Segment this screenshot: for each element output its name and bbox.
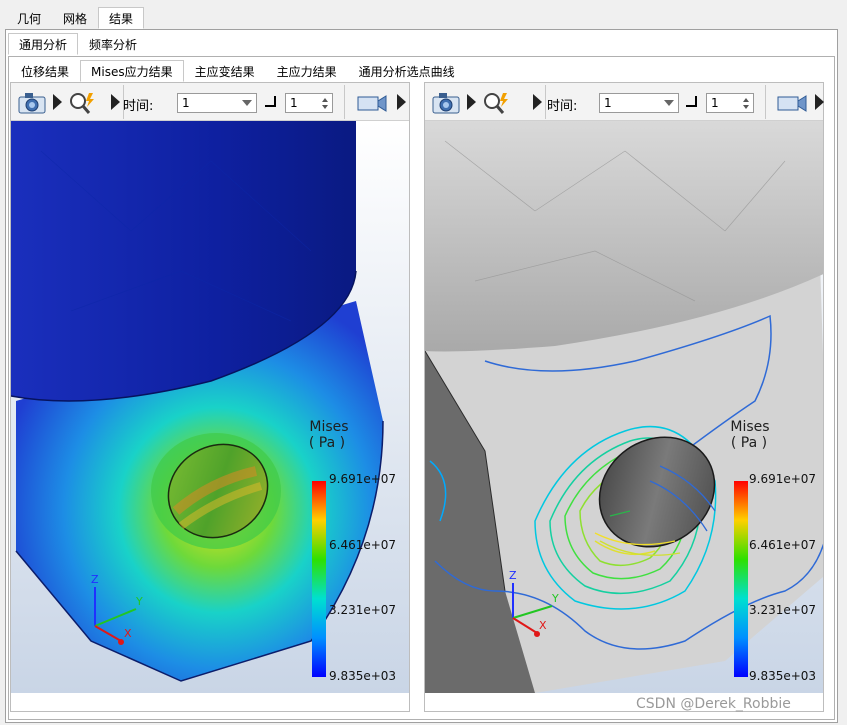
tab-displacement-results[interactable]: 位移结果	[10, 60, 80, 82]
legend-min: 9.835e+03	[329, 669, 397, 683]
toolbar-grip-icon	[815, 94, 824, 110]
viewport-toolbar: 时间: 1 1	[425, 83, 824, 121]
tab-frequency-analysis[interactable]: 频率分析	[78, 33, 148, 55]
toolbar-separator	[545, 85, 546, 119]
axis-y-label: Y	[135, 595, 143, 608]
step-spinbox[interactable]: 1	[706, 93, 754, 113]
spin-down-icon[interactable]	[743, 105, 749, 109]
time-label: 时间:	[547, 99, 578, 114]
legend-unit: ( Pa )	[730, 435, 768, 451]
camera-icon[interactable]	[431, 91, 461, 115]
legend-colorbar	[312, 481, 326, 677]
video-camera-icon[interactable]	[356, 93, 388, 113]
legend-value-2: 6.461e+07	[329, 538, 397, 552]
toolbar-grip-icon	[467, 94, 476, 110]
legend-colorbar	[734, 481, 748, 677]
tab-mesh[interactable]: 网格	[52, 7, 98, 29]
axis-x-label: X	[539, 619, 547, 632]
zoom-magnifier-icon[interactable]	[67, 91, 97, 115]
step-icon	[265, 96, 276, 107]
result-tab-bar: 位移结果 Mises应力结果 主应变结果 主应力结果 通用分析选点曲线	[10, 60, 466, 82]
time-label: 时间:	[123, 99, 154, 114]
toolbar-grip-icon	[111, 94, 120, 110]
toolbar-separator	[344, 85, 345, 119]
tab-results[interactable]: 结果	[98, 7, 145, 29]
step-value: 1	[711, 96, 719, 110]
legend-max: 9.691e+07	[749, 472, 817, 486]
spin-down-icon[interactable]	[322, 105, 328, 109]
axis-y-label: Y	[551, 592, 559, 605]
step-value: 1	[290, 96, 298, 110]
spin-up-icon[interactable]	[743, 98, 749, 102]
video-camera-icon[interactable]	[776, 93, 808, 113]
toolbar-grip-icon	[53, 94, 62, 110]
camera-icon[interactable]	[17, 91, 47, 115]
time-value: 1	[182, 96, 190, 110]
contour-viewport-right[interactable]: 时间: 1 1 Z Y X Mises (Pa) 9.691e+07 6.4…	[424, 82, 824, 712]
legend-title: Mises	[730, 419, 770, 435]
tab-geometry[interactable]: 几何	[6, 7, 52, 29]
legend-max: 9.691e+07	[329, 472, 397, 486]
fem-contour-canvas[interactable]: Z Y X Mises ( Pa ) 9.691e+07 6.461e+07 3…	[11, 121, 409, 693]
time-select[interactable]: 1	[599, 93, 679, 113]
chevron-down-icon	[242, 100, 252, 106]
legend-min: 9.835e+03	[749, 669, 817, 683]
zoom-magnifier-icon[interactable]	[481, 91, 511, 115]
tab-general-analysis[interactable]: 通用分析	[8, 33, 79, 55]
axis-z-label: Z	[91, 573, 99, 586]
time-select[interactable]: 1	[177, 93, 257, 113]
fem-contour-canvas[interactable]: Z Y X Mises ( Pa ) 9.691e+07 6.461e+07 3…	[425, 121, 823, 693]
legend-unit: ( Pa )	[308, 435, 346, 451]
legend-title: Mises	[309, 419, 349, 435]
toolbar-separator	[765, 85, 766, 119]
axis-z-label: Z	[509, 569, 517, 582]
legend-value-3: 3.231e+07	[749, 603, 817, 617]
chevron-down-icon	[664, 100, 674, 106]
step-spinbox[interactable]: 1	[285, 93, 333, 113]
axis-x-label: X	[124, 627, 132, 640]
contour-viewport-left[interactable]: 时间: 1 1 Z Y X Mises (Pa) 9.691e+07 6.4…	[10, 82, 410, 712]
tab-point-curve[interactable]: 通用分析选点曲线	[348, 60, 466, 82]
tab-mises-stress-results[interactable]: Mises应力结果	[80, 60, 184, 82]
legend-value-3: 3.231e+07	[329, 603, 397, 617]
toolbar-grip-icon	[397, 94, 406, 110]
analysis-tab-bar: 通用分析 频率分析	[8, 33, 148, 57]
toolbar-grip-icon	[533, 94, 542, 110]
legend-value-2: 6.461e+07	[749, 538, 817, 552]
spin-up-icon[interactable]	[322, 98, 328, 102]
tab-principal-stress-results[interactable]: 主应力结果	[266, 60, 348, 82]
time-value: 1	[604, 96, 612, 110]
watermark: CSDN @Derek_Robbie	[636, 696, 791, 712]
tab-principal-strain-results[interactable]: 主应变结果	[184, 60, 266, 82]
top-tab-bar: 几何 网格 结果	[6, 7, 145, 30]
viewport-toolbar: 时间: 1 1	[11, 83, 409, 121]
step-icon	[686, 96, 697, 107]
